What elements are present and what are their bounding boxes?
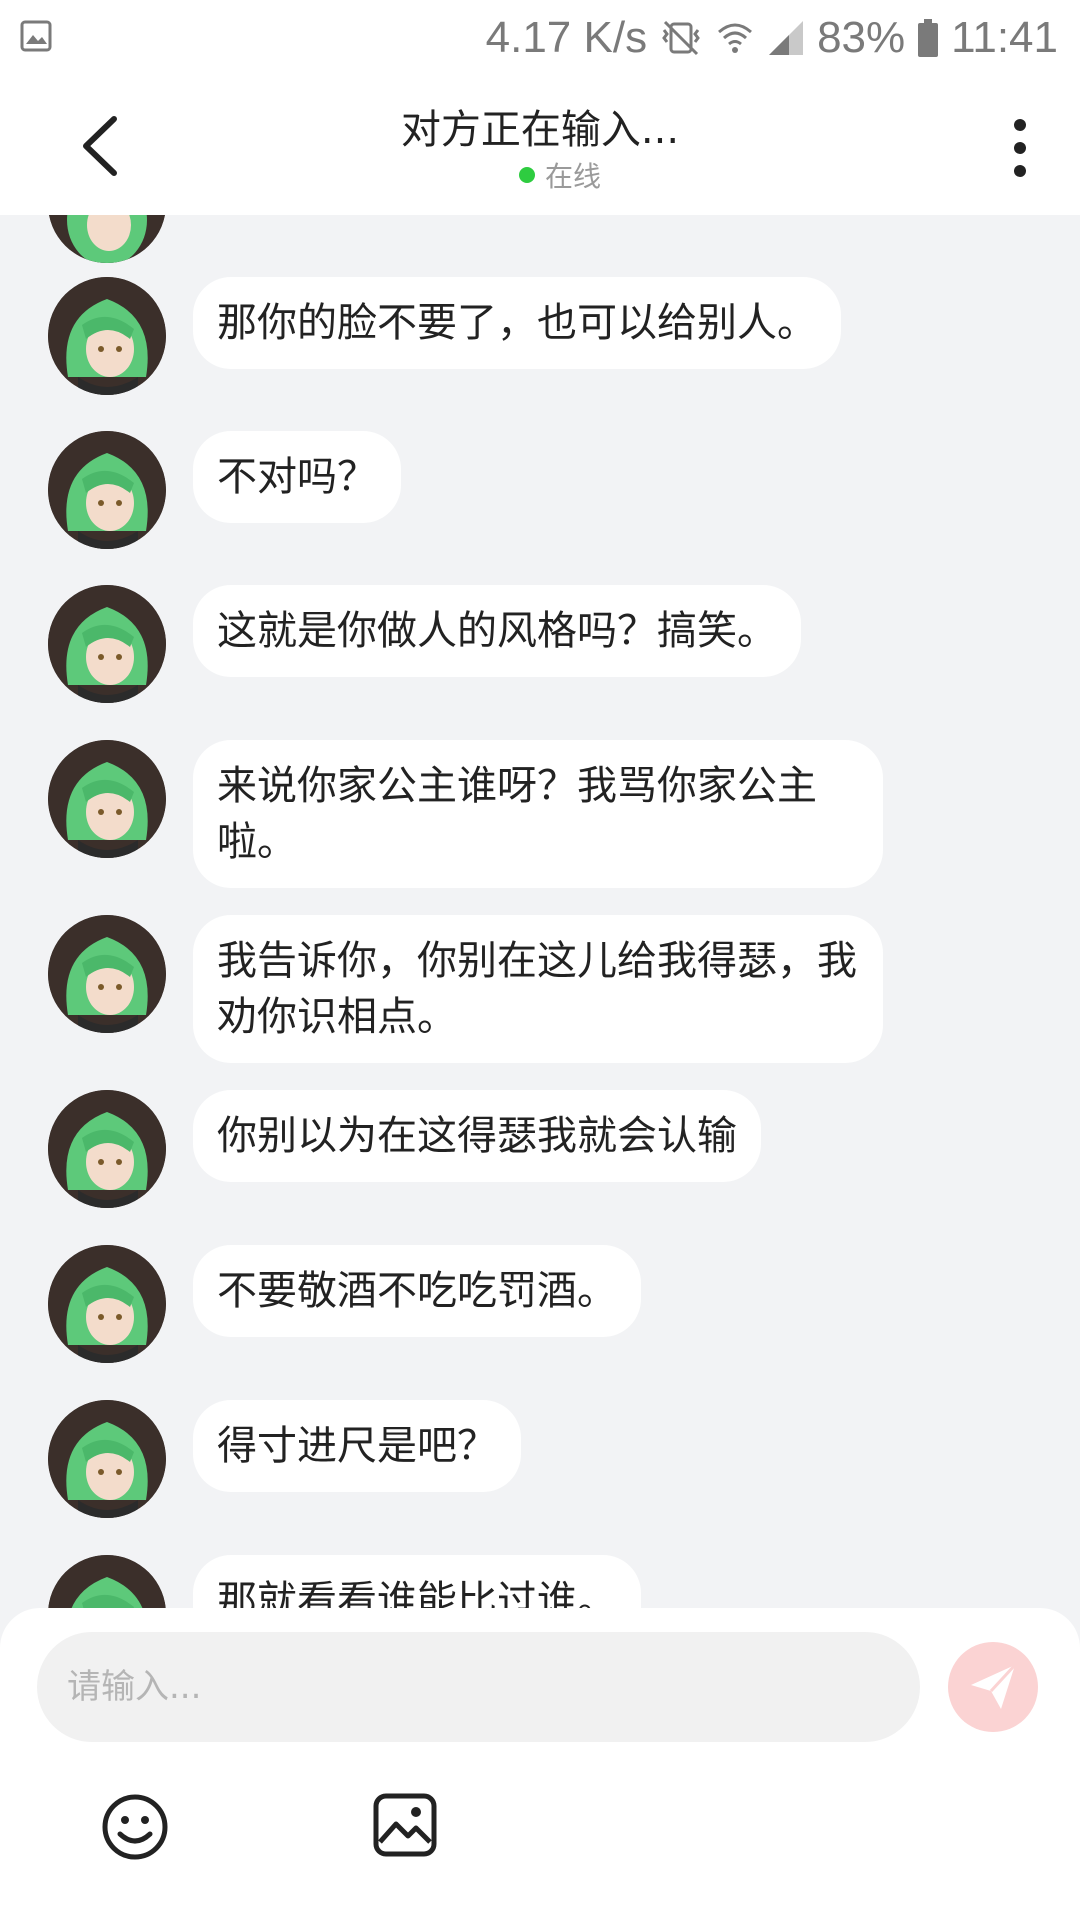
avatar[interactable] bbox=[48, 585, 166, 703]
avatar[interactable] bbox=[48, 1245, 166, 1363]
back-button[interactable] bbox=[70, 113, 130, 179]
status-indicators: 4.17 K/s 83% 11:41 bbox=[486, 8, 1058, 68]
page-title: 对方正在输入... bbox=[400, 107, 680, 153]
avatar[interactable] bbox=[48, 1555, 166, 1610]
avatar[interactable] bbox=[48, 1090, 166, 1208]
online-dot-icon bbox=[518, 167, 535, 183]
message-input[interactable] bbox=[37, 1632, 920, 1742]
avatar[interactable] bbox=[48, 740, 166, 858]
network-speed: 4.17 K/s bbox=[485, 13, 648, 62]
message-bubble[interactable]: 得寸进尺是吧？ bbox=[193, 1400, 521, 1492]
more-options-button[interactable] bbox=[1000, 115, 1040, 181]
avatar[interactable] bbox=[48, 277, 166, 395]
message-bubble[interactable]: 来说你家公主谁呀？我骂你家公主啦。 bbox=[193, 740, 883, 888]
battery-percent: 83% bbox=[817, 13, 906, 62]
send-button[interactable] bbox=[948, 1642, 1038, 1732]
message-bubble[interactable]: 这就是你做人的风格吗？搞笑。 bbox=[193, 585, 801, 677]
message-composer bbox=[0, 1608, 1080, 1920]
emoji-button[interactable] bbox=[100, 1792, 170, 1862]
presence-status: 在线 bbox=[480, 155, 640, 195]
message-bubble[interactable]: 你别以为在这得瑟我就会认输 bbox=[193, 1090, 761, 1182]
gallery-notification-icon bbox=[20, 20, 52, 52]
avatar[interactable] bbox=[48, 431, 166, 549]
wifi-icon bbox=[718, 23, 753, 53]
image-button[interactable] bbox=[372, 1792, 438, 1858]
chat-screen: 4.17 K/s 83% 11:41 对方正在输入... 在线 那你的脸不要了，… bbox=[0, 0, 1080, 1920]
message-list[interactable]: 那你的脸不要了，也可以给别人。 不对吗？ 这就是你做人的风格吗？搞笑。 来说你家… bbox=[0, 215, 1080, 1610]
message-bubble[interactable]: 不对吗？ bbox=[193, 431, 401, 523]
message-bubble[interactable]: 那就看看谁能比过谁。 bbox=[193, 1555, 641, 1610]
avatar[interactable] bbox=[48, 915, 166, 1033]
chat-header: 对方正在输入... 在线 bbox=[0, 75, 1080, 215]
send-plane-icon bbox=[971, 1663, 1017, 1709]
message-bubble[interactable]: 我告诉你，你别在这儿给我得瑟，我劝你识相点。 bbox=[193, 915, 883, 1063]
presence-label: 在线 bbox=[544, 160, 601, 193]
avatar[interactable] bbox=[48, 1400, 166, 1518]
avatar[interactable] bbox=[48, 215, 166, 263]
message-bubble[interactable]: 那你的脸不要了，也可以给别人。 bbox=[193, 277, 841, 369]
vibrate-mute-icon bbox=[662, 20, 700, 56]
battery-icon bbox=[918, 19, 939, 57]
status-bar: 4.17 K/s 83% 11:41 bbox=[0, 0, 1080, 75]
message-bubble[interactable]: 不要敬酒不吃吃罚酒。 bbox=[193, 1245, 641, 1337]
clock: 11:41 bbox=[951, 13, 1058, 62]
signal-icon bbox=[769, 21, 804, 55]
